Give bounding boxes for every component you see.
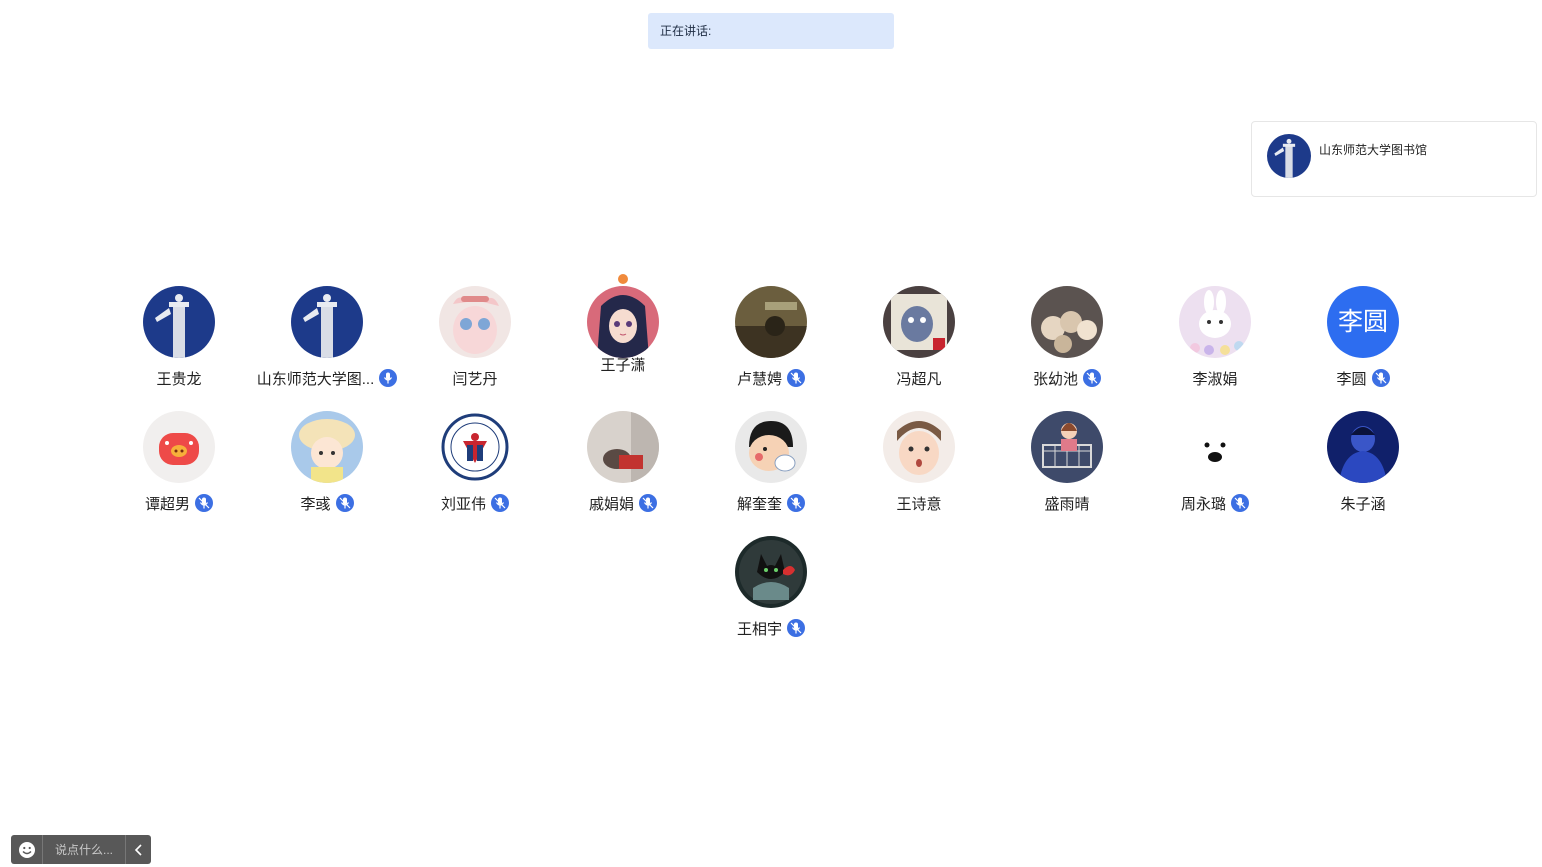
anime-girl-avatar <box>587 286 659 358</box>
speaking-label: 正在讲话: <box>660 24 712 38</box>
participant-name: 张幼池 <box>1032 370 1078 388</box>
pig-avatar <box>143 411 215 483</box>
participant-name: 王相宇 <box>736 620 782 638</box>
participant[interactable]: 戚娟娟 <box>549 411 697 519</box>
participant-name: 王贵龙 <box>156 370 202 388</box>
microphone-icon[interactable] <box>195 494 213 512</box>
participant[interactable]: 朱子涵 <box>1289 411 1437 519</box>
microphone-icon[interactable] <box>639 494 657 512</box>
participant-name: 解奎奎 <box>736 495 782 513</box>
participant[interactable]: 山东师范大学图... <box>253 286 401 394</box>
participant[interactable]: 王子潇 <box>549 272 697 394</box>
pink-toy-avatar <box>439 286 511 358</box>
participant[interactable]: 闫艺丹 <box>401 286 549 394</box>
participant[interactable]: 刘亚伟 <box>401 411 549 519</box>
emoji-button[interactable] <box>11 835 43 864</box>
black-cat-avatar <box>735 536 807 608</box>
participant-name: 刘亚伟 <box>440 495 486 513</box>
participant[interactable]: 王诗意 <box>845 411 993 519</box>
girl-hat-avatar <box>291 411 363 483</box>
speaking-indicator: 正在讲话: <box>648 13 894 49</box>
participant-name: 朱子涵 <box>1340 495 1386 513</box>
participant[interactable]: 李圆 李圆 <box>1289 286 1437 394</box>
participant[interactable]: 卢慧娉 <box>697 286 845 394</box>
chat-input-bar[interactable]: 说点什么... <box>11 835 151 864</box>
participant[interactable]: 盛雨晴 <box>993 411 1141 519</box>
white-bear-avatar <box>1179 411 1251 483</box>
text-photo-avatar <box>735 286 807 358</box>
participant-name: 冯超凡 <box>896 370 942 388</box>
smiley-icon <box>18 841 35 858</box>
photo-avatar <box>587 411 659 483</box>
presenter-avatar <box>1267 134 1311 178</box>
microphone-icon[interactable] <box>1231 494 1249 512</box>
host-badge-icon <box>616 272 630 286</box>
participant-name: 戚娟娟 <box>588 495 634 513</box>
participant[interactable]: 冯超凡 <box>845 286 993 394</box>
collapse-button[interactable] <box>125 835 151 864</box>
presenter-card[interactable]: 山东师范大学图书馆 <box>1251 121 1537 197</box>
microphone-icon[interactable] <box>491 494 509 512</box>
participant[interactable]: 王相宇 <box>697 536 845 644</box>
participant-name: 山东师范大学图... <box>256 370 375 388</box>
participant-name: 谭超男 <box>144 495 190 513</box>
monument-avatar <box>291 286 363 358</box>
cartoon-cat-avatar <box>883 286 955 358</box>
participant[interactable]: 解奎奎 <box>697 411 845 519</box>
microphone-icon[interactable] <box>335 494 354 512</box>
microphone-icon[interactable] <box>1371 369 1390 387</box>
presenter-name: 山东师范大学图书馆 <box>1319 143 1428 157</box>
microphone-icon[interactable] <box>379 369 398 387</box>
plush-toys-avatar <box>1031 286 1103 358</box>
microphone-icon[interactable] <box>1083 369 1101 387</box>
participant[interactable]: 周永璐 <box>1141 411 1289 519</box>
participant-name: 李彧 <box>300 495 331 513</box>
participant-name: 李淑娟 <box>1192 370 1238 388</box>
microphone-icon[interactable] <box>787 619 805 637</box>
bunny-avatar <box>1179 286 1251 358</box>
participant-name: 卢慧娉 <box>736 370 782 388</box>
cart-girl-avatar <box>1031 411 1103 483</box>
participant[interactable]: 李彧 <box>253 411 401 519</box>
text-avatar: 李圆 <box>1327 286 1399 358</box>
participant[interactable]: 张幼池 <box>993 286 1141 394</box>
participant-name: 盛雨晴 <box>1044 495 1090 513</box>
baby-avatar <box>883 411 955 483</box>
microphone-icon[interactable] <box>787 494 805 512</box>
monument-avatar <box>143 286 215 358</box>
participant-name: 王诗意 <box>896 495 942 513</box>
participant[interactable]: 谭超男 <box>105 411 253 519</box>
participant-grid: 王贵龙 山东师范大学图... 闫艺丹 王子潇 卢慧娉 冯超凡 张幼池 李淑娟 李… <box>105 272 1437 644</box>
participant-name: 闫艺丹 <box>452 370 498 388</box>
participant-name: 周永璐 <box>1180 495 1226 513</box>
participant-name: 李圆 <box>1336 370 1367 388</box>
cartoon-boy-avatar <box>735 411 807 483</box>
blue-illustration-avatar <box>1327 411 1399 483</box>
chat-input[interactable]: 说点什么... <box>43 841 125 858</box>
chevron-left-icon <box>134 843 142 856</box>
participant[interactable]: 李淑娟 <box>1141 286 1289 394</box>
participant[interactable]: 王贵龙 <box>105 286 253 394</box>
microphone-icon[interactable] <box>787 369 805 387</box>
university-logo-avatar <box>439 411 511 483</box>
